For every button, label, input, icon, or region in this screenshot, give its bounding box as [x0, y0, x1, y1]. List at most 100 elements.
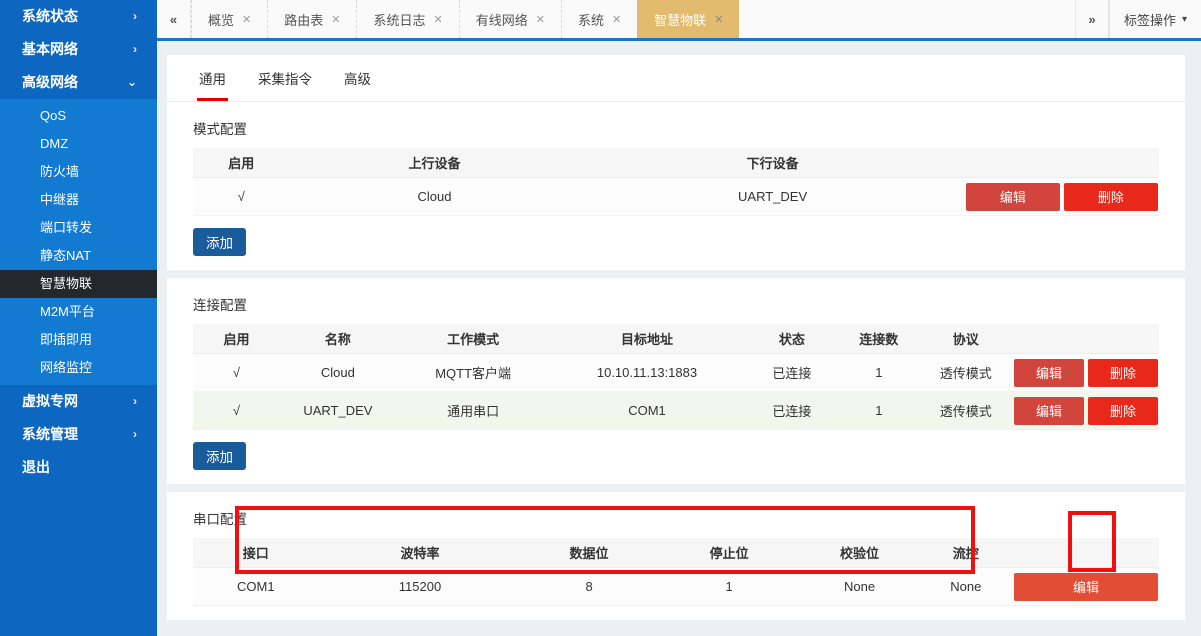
main-content: 通用 采集指令 高级 模式配置 启用 上行设备 下行设备 √ Cloud UAR…	[157, 44, 1201, 636]
tab-wired-network[interactable]: 有线网络 ✕	[459, 0, 561, 38]
tab-bar: « 概览 ✕ 路由表 ✕ 系统日志 ✕ 有线网络 ✕ 系统 ✕ 智慧物联 ✕ »…	[157, 0, 1201, 41]
protocol-cell: 透传模式	[917, 401, 1014, 420]
edit-button[interactable]: 编辑	[966, 183, 1060, 211]
flow-control-cell: None	[917, 579, 1014, 594]
sidebar-item-smart-iot[interactable]: 智慧物联	[0, 270, 157, 298]
enabled-check: √	[193, 403, 280, 418]
delete-button[interactable]: 删除	[1064, 183, 1158, 211]
close-icon[interactable]: ✕	[433, 13, 442, 26]
chevron-right-icon: ›	[133, 33, 137, 66]
delete-button[interactable]: 删除	[1088, 359, 1158, 387]
sidebar-item-basic-network[interactable]: 基本网络 ›	[0, 33, 157, 66]
chevron-right-icon: ›	[133, 385, 137, 418]
column-header: 波特率	[319, 543, 522, 562]
close-icon[interactable]: ✕	[612, 13, 621, 26]
sidebar-item-system-status[interactable]: 系统状态 ›	[0, 0, 157, 33]
sidebar-item-qos[interactable]: QoS	[0, 102, 157, 130]
connection-count-cell: 1	[840, 403, 917, 418]
column-header: 校验位	[802, 543, 918, 562]
name-cell: UART_DEV	[280, 403, 396, 418]
tab-general[interactable]: 通用	[197, 55, 228, 101]
tab-smart-iot[interactable]: 智慧物联 ✕	[637, 0, 739, 38]
row-actions: 编辑	[1014, 573, 1159, 601]
delete-button[interactable]: 删除	[1088, 397, 1158, 425]
stop-bits-cell: 1	[657, 579, 802, 594]
row-actions: 编辑 删除	[1014, 359, 1159, 387]
interface-cell: COM1	[193, 579, 319, 594]
sidebar-item-plug-and-play[interactable]: 即插即用	[0, 326, 157, 354]
sidebar-item-m2m-platform[interactable]: M2M平台	[0, 298, 157, 326]
protocol-cell: 透传模式	[917, 363, 1014, 382]
connection-config-table: 启用 名称 工作模式 目标地址 状态 连接数 协议 √ Cloud MQTT客户…	[193, 324, 1159, 430]
chevron-down-icon: ⌄	[127, 66, 137, 99]
sidebar-item-static-nat[interactable]: 静态NAT	[0, 242, 157, 270]
tab-actions-dropdown[interactable]: 标签操作 ▾	[1109, 0, 1201, 38]
row-actions: 编辑 删除	[1014, 397, 1159, 425]
close-icon[interactable]: ✕	[714, 13, 723, 26]
status-cell: 已连接	[744, 401, 841, 420]
sidebar-item-label: 高级网络	[22, 66, 78, 99]
column-header: 停止位	[657, 543, 802, 562]
enabled-check: √	[193, 189, 290, 204]
add-button[interactable]: 添加	[193, 442, 246, 470]
sidebar-item-label: 系统管理	[22, 418, 78, 451]
table-row: √ Cloud MQTT客户端 10.10.11.13:1883 已连接 1 透…	[193, 354, 1159, 392]
enabled-check: √	[193, 365, 280, 380]
table-row: COM1 115200 8 1 None None 编辑	[193, 568, 1159, 606]
close-icon[interactable]: ✕	[536, 13, 545, 26]
edit-button[interactable]: 编辑	[1014, 397, 1084, 425]
baud-rate-cell: 115200	[319, 579, 522, 594]
target-address-cell: COM1	[550, 403, 743, 418]
panel-serial: 串口配置 接口 波特率 数据位 停止位 校验位 流控 COM1 115200 8…	[167, 492, 1185, 620]
column-header: 上行设备	[290, 153, 580, 172]
column-header: 启用	[193, 153, 290, 172]
sidebar-item-firewall[interactable]: 防火墙	[0, 158, 157, 186]
status-cell: 已连接	[744, 363, 841, 382]
chevron-right-icon: ›	[133, 0, 137, 33]
close-icon[interactable]: ✕	[331, 13, 340, 26]
sidebar-item-port-forward[interactable]: 端口转发	[0, 214, 157, 242]
sidebar-item-system-management[interactable]: 系统管理 ›	[0, 418, 157, 451]
sidebar-item-logout[interactable]: 退出	[0, 451, 157, 484]
serial-config-section: 串口配置 接口 波特率 数据位 停止位 校验位 流控 COM1 115200 8…	[167, 492, 1185, 620]
tab-routing-table[interactable]: 路由表 ✕	[267, 0, 356, 38]
tab-advanced[interactable]: 高级	[342, 55, 373, 101]
sidebar-submenu: QoS DMZ 防火墙 中继器 端口转发 静态NAT 智慧物联 M2M平台 即插…	[0, 99, 157, 385]
sidebar-item-label: 退出	[22, 451, 50, 484]
connection-count-cell: 1	[840, 365, 917, 380]
panel-connection: 连接配置 启用 名称 工作模式 目标地址 状态 连接数 协议 √ Cloud M…	[167, 278, 1185, 484]
section-title: 模式配置	[193, 118, 1159, 138]
column-header: 名称	[280, 329, 396, 348]
table-row: √ Cloud UART_DEV 编辑 删除	[193, 178, 1159, 216]
row-actions: 编辑 删除	[966, 183, 1159, 211]
column-header: 接口	[193, 543, 319, 562]
column-header: 目标地址	[550, 329, 743, 348]
edit-button[interactable]: 编辑	[1014, 573, 1158, 601]
table-header-row: 启用 上行设备 下行设备	[193, 148, 1159, 178]
add-button[interactable]: 添加	[193, 228, 246, 256]
sidebar-item-label: 基本网络	[22, 33, 78, 66]
edit-button[interactable]: 编辑	[1014, 359, 1084, 387]
sidebar-item-repeater[interactable]: 中继器	[0, 186, 157, 214]
scroll-tabs-right-icon[interactable]: »	[1075, 0, 1109, 38]
tab-system[interactable]: 系统 ✕	[561, 0, 637, 38]
sidebar-item-label: 系统状态	[22, 0, 78, 33]
tab-collect-command[interactable]: 采集指令	[256, 55, 314, 101]
tab-system-log[interactable]: 系统日志 ✕	[356, 0, 458, 38]
column-header: 下行设备	[579, 153, 965, 172]
footer-actions: 保存并应用 重置	[167, 628, 1185, 636]
sidebar-item-vpn[interactable]: 虚拟专网 ›	[0, 385, 157, 418]
target-address-cell: 10.10.11.13:1883	[550, 365, 743, 380]
sidebar-item-network-monitor[interactable]: 网络监控	[0, 354, 157, 382]
section-title: 连接配置	[193, 294, 1159, 314]
connection-config-section: 连接配置 启用 名称 工作模式 目标地址 状态 连接数 协议 √ Cloud M…	[167, 278, 1185, 484]
tab-bar-spacer	[739, 0, 1075, 38]
tab-label: 智慧物联	[654, 10, 706, 29]
scroll-tabs-left-icon[interactable]: «	[157, 0, 191, 38]
sidebar-item-advanced-network[interactable]: 高级网络 ⌄	[0, 66, 157, 99]
tab-label: 概览	[208, 10, 234, 29]
tab-overview[interactable]: 概览 ✕	[191, 0, 267, 38]
close-icon[interactable]: ✕	[242, 13, 251, 26]
parity-cell: None	[802, 579, 918, 594]
sidebar-item-dmz[interactable]: DMZ	[0, 130, 157, 158]
